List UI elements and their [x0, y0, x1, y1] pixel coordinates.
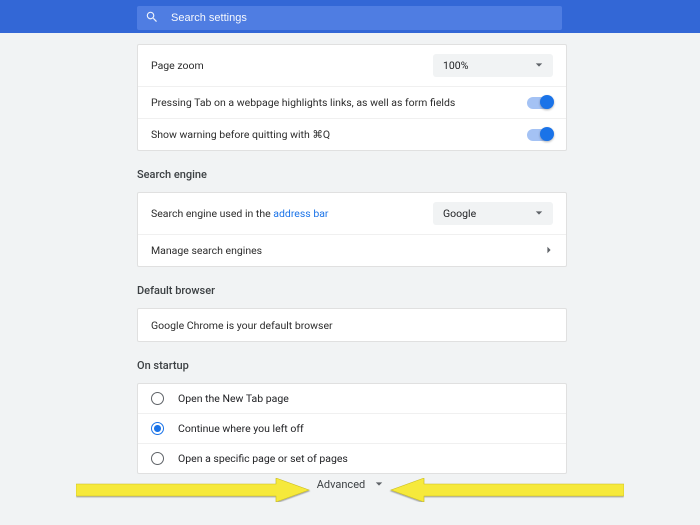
startup-option-label: Continue where you left off	[178, 422, 304, 435]
chevron-right-icon	[545, 244, 553, 257]
default-browser-title: Default browser	[137, 284, 567, 297]
tab-highlight-toggle[interactable]	[527, 97, 553, 109]
search-icon	[145, 10, 159, 27]
startup-option-label: Open the New Tab page	[178, 392, 289, 405]
page-zoom-row: Page zoom 100%	[138, 45, 566, 86]
manage-search-engines-label: Manage search engines	[151, 244, 545, 257]
search-engine-value: Google	[443, 207, 476, 220]
page-zoom-select[interactable]: 100%	[433, 54, 553, 77]
address-bar-link[interactable]: address bar	[273, 207, 328, 220]
tab-highlight-label: Pressing Tab on a webpage highlights lin…	[151, 96, 527, 109]
chevron-down-icon	[535, 59, 543, 72]
advanced-button[interactable]: Advanced	[0, 478, 700, 491]
search-engine-row: Search engine used in the address bar Go…	[138, 193, 566, 234]
search-engine-label: Search engine used in the address bar	[151, 207, 433, 220]
on-startup-card: Open the New Tab page Continue where you…	[137, 383, 567, 474]
quit-warning-toggle[interactable]	[527, 129, 553, 141]
default-browser-message: Google Chrome is your default browser	[151, 319, 553, 332]
on-startup-title: On startup	[137, 359, 567, 372]
advanced-label: Advanced	[317, 478, 365, 491]
radio-icon[interactable]	[151, 422, 164, 435]
startup-option-specific[interactable]: Open a specific page or set of pages	[138, 443, 566, 473]
startup-option-new-tab[interactable]: Open the New Tab page	[138, 384, 566, 413]
default-browser-row: Google Chrome is your default browser	[138, 309, 566, 341]
manage-search-engines-row[interactable]: Manage search engines	[138, 234, 566, 266]
appearance-card: Page zoom 100% Pressing Tab on a webpage…	[137, 44, 567, 151]
search-settings-bar[interactable]	[137, 6, 562, 30]
quit-warning-row: Show warning before quitting with ⌘Q	[138, 118, 566, 150]
search-engine-select[interactable]: Google	[433, 202, 553, 225]
chevron-down-icon	[365, 478, 383, 491]
quit-warning-label: Show warning before quitting with ⌘Q	[151, 128, 527, 141]
startup-option-label: Open a specific page or set of pages	[178, 452, 348, 465]
settings-content: Page zoom 100% Pressing Tab on a webpage…	[137, 33, 567, 474]
tab-highlight-row: Pressing Tab on a webpage highlights lin…	[138, 86, 566, 118]
search-input[interactable]	[171, 12, 471, 24]
header	[0, 0, 700, 33]
page-zoom-value: 100%	[443, 59, 468, 72]
chevron-down-icon	[535, 207, 543, 220]
radio-icon[interactable]	[151, 392, 164, 405]
radio-icon[interactable]	[151, 452, 164, 465]
startup-option-continue[interactable]: Continue where you left off	[138, 413, 566, 443]
default-browser-card: Google Chrome is your default browser	[137, 308, 567, 342]
search-engine-card: Search engine used in the address bar Go…	[137, 192, 567, 267]
page-zoom-label: Page zoom	[151, 59, 433, 72]
search-engine-title: Search engine	[137, 168, 567, 181]
